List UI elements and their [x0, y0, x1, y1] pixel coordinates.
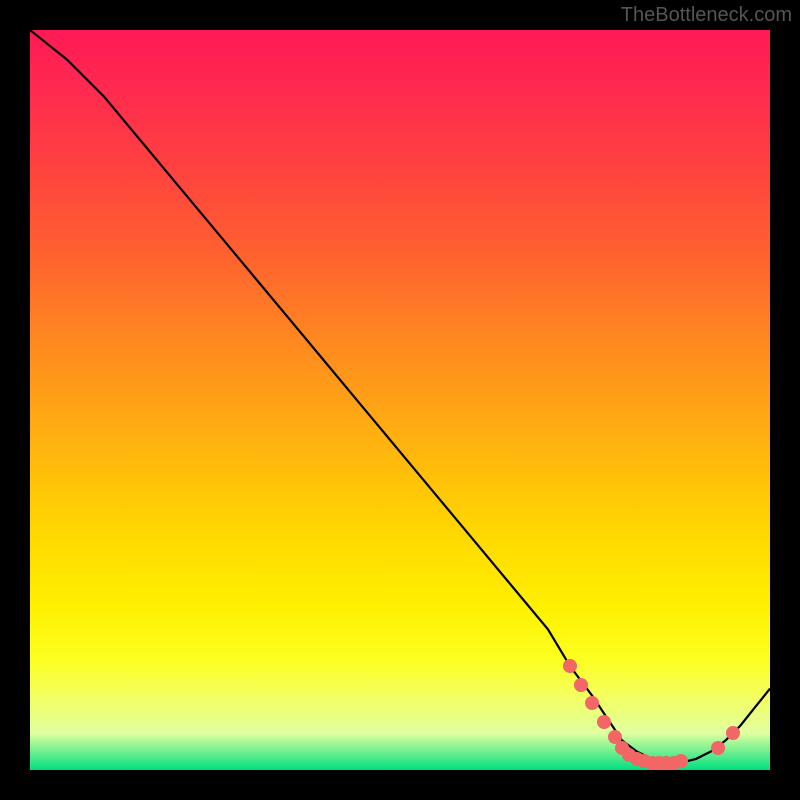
chart-plot-area [30, 30, 770, 770]
data-marker [726, 726, 740, 740]
data-marker [585, 696, 599, 710]
bottleneck-curve [30, 30, 770, 770]
watermark-text: TheBottleneck.com [621, 4, 792, 27]
data-marker [574, 678, 588, 692]
data-marker [674, 754, 688, 768]
data-marker [711, 741, 725, 755]
data-marker [597, 715, 611, 729]
data-marker [563, 659, 577, 673]
